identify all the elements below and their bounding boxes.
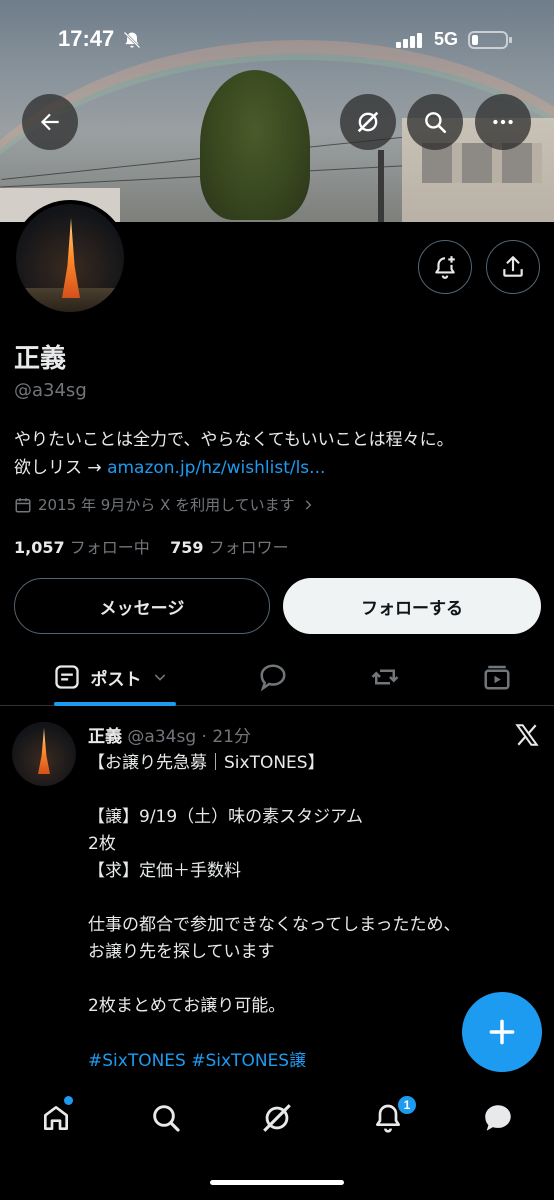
banner-pole: [378, 150, 384, 222]
followers-count: 759: [170, 538, 204, 557]
bio-prefix: 欲しリス →: [14, 458, 108, 478]
joined-text: 2015 年 9月から X を利用しています: [38, 496, 295, 514]
follow-button[interactable]: フォローする: [283, 578, 541, 634]
nav-search[interactable]: [146, 1098, 186, 1138]
nav-messages[interactable]: [478, 1098, 518, 1138]
following-count: 1,057: [14, 538, 65, 557]
post-avatar[interactable]: [12, 722, 76, 786]
tab-posts[interactable]: ポスト: [30, 648, 190, 706]
chevron-down-icon: [154, 674, 165, 681]
joined-date[interactable]: 2015 年 9月から X を利用しています: [14, 494, 315, 515]
avatar-tower: [62, 218, 80, 298]
signal-icon: [396, 32, 426, 48]
post-tab-icon: [54, 665, 79, 689]
arrow-left-icon: [40, 113, 59, 131]
tab-media[interactable]: [482, 662, 512, 692]
home-indicator: [210, 1180, 344, 1185]
chat-bubble-icon: [485, 1105, 511, 1131]
profile-handle: @a34sg: [14, 380, 87, 401]
bio-text: やりたいことは全力で、やらなくてもいいことは程々に。: [14, 430, 454, 450]
profile-tabs: ポスト: [0, 648, 554, 706]
back-button[interactable]: [22, 94, 78, 150]
media-icon: [484, 665, 510, 690]
profile-bio: やりたいことは全力で、やらなくてもいいことは程々に。 欲しリス → amazon…: [14, 426, 544, 482]
home-icon: [44, 1106, 68, 1130]
battery-icon: [468, 31, 512, 49]
followers-stat[interactable]: 759 フォロワー: [170, 538, 289, 557]
tab-reposts[interactable]: [370, 662, 400, 692]
nav-grok[interactable]: [257, 1098, 297, 1138]
bio-wishlist-line: 欲しリス → amazon.jp/hz/wishlist/ls...: [14, 454, 544, 482]
tab-replies[interactable]: [258, 662, 288, 692]
calendar-icon: [15, 497, 31, 512]
profile-avatar[interactable]: [12, 200, 128, 316]
post-author-name[interactable]: 正義: [88, 727, 122, 747]
notify-button[interactable]: [418, 240, 472, 294]
search-button[interactable]: [407, 94, 463, 150]
followers-label: フォロワー: [208, 538, 289, 557]
search-icon: [153, 1105, 180, 1132]
grok-button[interactable]: [340, 94, 396, 150]
more-icon: [493, 119, 513, 125]
search-icon: [425, 112, 447, 134]
wishlist-link[interactable]: amazon.jp/hz/wishlist/ls...: [107, 458, 325, 478]
grok-icon: [263, 1104, 291, 1132]
message-button[interactable]: メッセージ: [14, 578, 270, 634]
status-time: 17:47: [58, 26, 115, 51]
following-label: フォロー中: [69, 538, 150, 557]
home-unread-dot: [64, 1096, 73, 1105]
post-meta: @a34sg · 21分: [127, 727, 251, 747]
network-label: 5G: [434, 29, 459, 49]
repost-icon: [371, 669, 399, 685]
following-stat[interactable]: 1,057 フォロー中: [14, 538, 150, 557]
follow-stats: 1,057 フォロー中 759 フォロワー: [14, 534, 289, 558]
post-hashtags[interactable]: #SixTONES #SixTONES譲: [88, 1046, 306, 1071]
share-button[interactable]: [486, 240, 540, 294]
chevron-right-icon: [305, 499, 311, 510]
notification-badge: 1: [396, 1094, 418, 1116]
tab-posts-label: ポスト: [90, 669, 142, 690]
post-body: 【お譲り先急募｜SixTONES】 【譲】9/19（土）味の素スタジアム 2枚 …: [88, 753, 461, 1016]
post-avatar-tower: [38, 728, 50, 774]
plus-icon: [489, 1019, 515, 1045]
bell-plus-icon: [435, 256, 455, 279]
compose-button[interactable]: [462, 992, 542, 1072]
grok-icon: [357, 111, 379, 133]
status-bar: 17:47 5G: [0, 26, 554, 56]
post-header: 正義 @a34sg · 21分: [88, 722, 251, 747]
more-button[interactable]: [475, 94, 531, 150]
reply-icon: [260, 664, 286, 692]
banner-tree: [200, 70, 310, 220]
profile-name: 正義: [14, 344, 67, 374]
share-icon: [503, 256, 523, 277]
bell-muted-icon: [122, 30, 142, 55]
x-logo-icon: [514, 722, 540, 748]
